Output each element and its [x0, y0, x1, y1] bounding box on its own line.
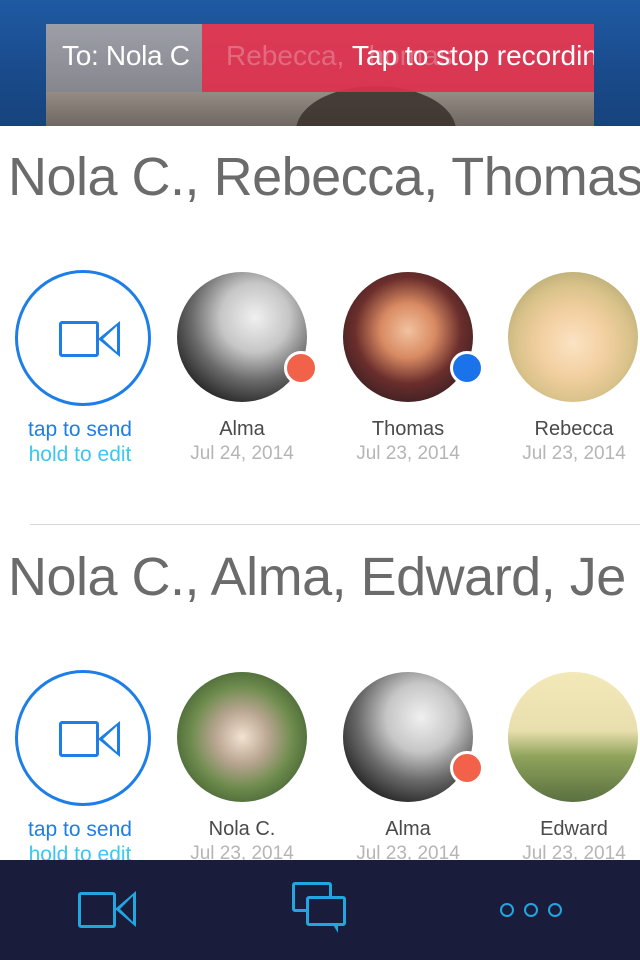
group-divider — [30, 524, 640, 525]
contact-name: Alma — [219, 418, 265, 440]
stop-recording-label: Tap to stop recording — [352, 40, 594, 71]
tap-to-send-label: tap to send — [28, 418, 132, 441]
avatar-nola[interactable] — [177, 672, 307, 802]
contact-name: Rebecca — [534, 418, 614, 440]
recording-header: To: Nola C Rebecca, Thomas Tap to stop r… — [0, 0, 640, 126]
contact-name: Edward — [540, 818, 608, 840]
contact-date: Jul 23, 2014 — [522, 443, 626, 464]
unread-indicator — [450, 751, 484, 785]
unread-indicator — [284, 351, 318, 385]
recipient-label: To: Nola C — [62, 40, 190, 71]
hold-to-edit-label: hold to edit — [28, 443, 132, 466]
tap-to-send-label: tap to send — [28, 818, 132, 841]
send-video-button[interactable] — [15, 670, 151, 806]
contact-name: Thomas — [371, 418, 445, 440]
unread-indicator — [450, 351, 484, 385]
avatar-rebecca[interactable] — [508, 272, 638, 402]
avatar-thomas[interactable] — [343, 272, 473, 402]
stop-recording-button[interactable]: Rebecca, Thomas Tap to stop recording — [202, 24, 594, 92]
chat-bubbles-icon[interactable] — [292, 882, 348, 934]
send-video-button[interactable] — [15, 270, 151, 406]
video-camera-icon — [59, 721, 99, 757]
tab-bar — [0, 860, 640, 960]
contact-name: Alma — [385, 818, 431, 840]
contact-name: Nola C. — [208, 818, 276, 840]
video-camera-icon — [59, 321, 99, 357]
video-camera-icon[interactable] — [78, 892, 116, 928]
avatar-alma[interactable] — [177, 272, 307, 402]
contact-date: Jul 24, 2014 — [190, 443, 294, 464]
group-title[interactable]: Nola C., Rebecca, Thomas — [8, 146, 640, 208]
avatar-alma[interactable] — [343, 672, 473, 802]
contact-date: Jul 23, 2014 — [356, 443, 460, 464]
avatar-edward[interactable] — [508, 672, 638, 802]
preview-face-image — [296, 86, 456, 126]
group-title[interactable]: Nola C., Alma, Edward, Je — [8, 546, 626, 608]
